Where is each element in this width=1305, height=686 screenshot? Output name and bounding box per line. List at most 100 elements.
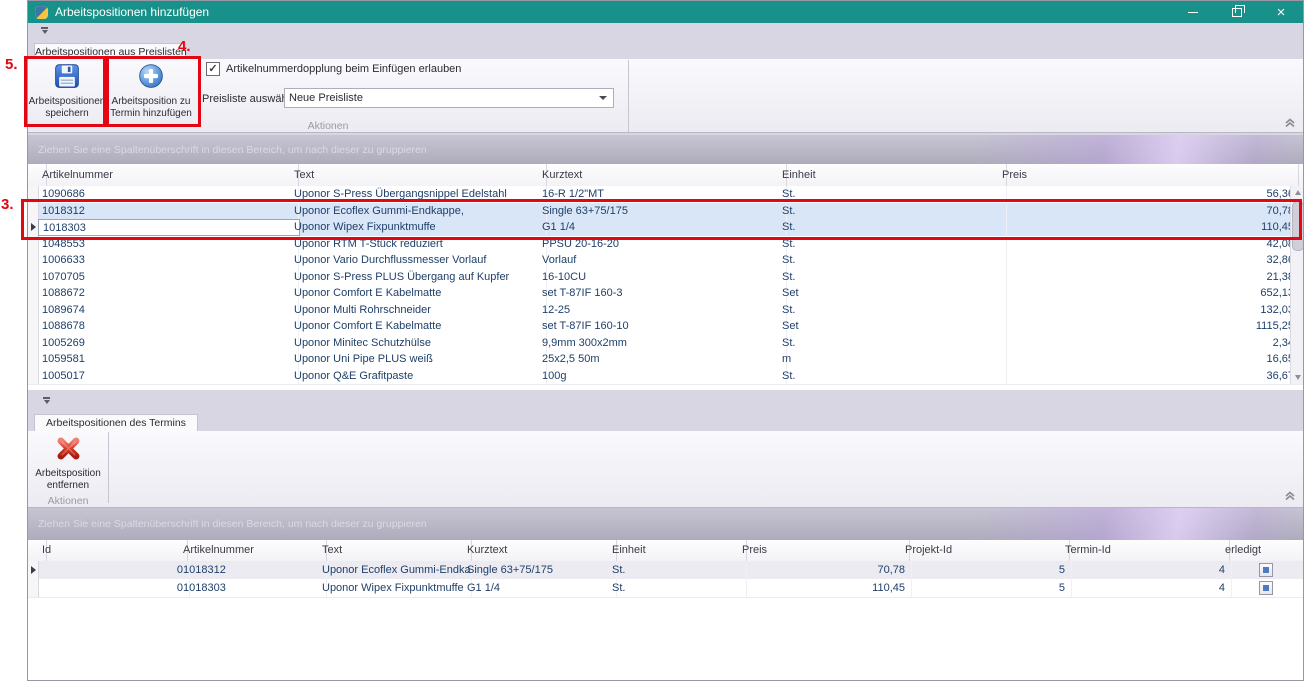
grid-cell-text[interactable]: Uponor Comfort E Kabelmatte (290, 318, 547, 335)
grid-cell-erledigt[interactable] (1221, 561, 1303, 579)
scrollbar-thumb[interactable] (1292, 201, 1303, 251)
grid-cell-artikelnummer[interactable]: 1059581 (38, 351, 299, 368)
column-header-projekt-id[interactable]: Projekt-Id (901, 540, 1070, 561)
minimize-button[interactable] (1171, 1, 1215, 23)
grid-cell-preis[interactable]: 16,65 (998, 351, 1301, 368)
column-header-id[interactable]: Id (38, 540, 188, 561)
grid-cell-preis[interactable]: 110,45 (998, 219, 1301, 236)
pricelist-combobox[interactable]: Neue Preisliste (284, 88, 614, 108)
grid-cell-artikelnummer[interactable]: 1070705 (38, 269, 299, 286)
table-row[interactable]: 1070705Uponor S-Press PLUS Übergang auf … (28, 269, 1303, 287)
grid-cell-artikelnummer[interactable]: 1018312 (38, 203, 299, 220)
column-header-artikelnummer[interactable]: Artikelnummer (179, 540, 327, 561)
table-row[interactable]: 1005269Uponor Minitec Schutzhülse9,9mm 3… (28, 335, 1303, 353)
tab-arbeitspositionen-aus-preislisten[interactable]: Arbeitspositionen aus Preislisten (34, 43, 186, 59)
grid-cell-einheit[interactable]: St. (778, 186, 1007, 203)
table-row[interactable]: 01018312Uponor Ecoflex Gummi-Endkap...Si… (28, 561, 1303, 580)
table-row[interactable]: 1088678Uponor Comfort E Kabelmatteset T-… (28, 318, 1303, 336)
grid-cell-preis[interactable]: 132,03 (998, 302, 1301, 319)
grid-cell-kurztext[interactable]: 25x2,5 50m (538, 351, 787, 368)
grid-cell-id[interactable]: 0 (38, 561, 190, 579)
column-header-preis[interactable]: Preis (738, 540, 910, 561)
column-header-text[interactable]: Text (290, 164, 547, 186)
duplicate-artikelnummer-checkbox[interactable]: ✓ Artikelnummerdopplung beim Einfügen er… (206, 62, 461, 76)
ribbon-quick-access-arrow-icon[interactable] (41, 27, 48, 34)
grid-cell-einheit[interactable]: m (778, 351, 1007, 368)
grid-cell-einheit[interactable]: St. (778, 236, 1007, 253)
grid-cell-preis[interactable]: 56,36 (998, 186, 1301, 203)
grid-cell-kurztext[interactable]: Vorlauf (538, 252, 787, 269)
collapse-ribbon-icon[interactable] (1284, 118, 1296, 128)
table-row[interactable]: 01018303Uponor Wipex FixpunktmuffeG1 1/4… (28, 579, 1303, 598)
grid-cell-kurztext[interactable]: 12-25 (538, 302, 787, 319)
table-row[interactable]: 1018303Uponor Wipex FixpunktmuffeG1 1/4S… (28, 219, 1303, 237)
erledigt-checkbox-icon[interactable] (1259, 581, 1273, 595)
grid-cell-artikelnummer[interactable]: 1018303 (179, 579, 327, 597)
table-row[interactable]: 1048553Uponor RTM T-Stück reduziertPPSU … (28, 236, 1303, 254)
grid-cell-artikelnummer[interactable]: 1018312 (179, 561, 327, 579)
grid-cell-text[interactable]: Uponor Wipex Fixpunktmuffe (318, 579, 472, 597)
grid-cell-einheit[interactable]: St. (778, 269, 1007, 286)
erledigt-checkbox-icon[interactable] (1259, 563, 1273, 577)
grid-cell-einheit[interactable]: St. (608, 561, 747, 579)
grid-cell-text[interactable]: Uponor Comfort E Kabelmatte (290, 285, 547, 302)
grid-cell-kurztext[interactable]: set T-87IF 160-10 (538, 318, 787, 335)
grid-cell-erledigt[interactable] (1221, 579, 1303, 597)
tab-arbeitspositionen-des-termins[interactable]: Arbeitspositionen des Termins (34, 414, 198, 431)
grid-cell-kurztext[interactable]: PPSU 20-16-20 (538, 236, 787, 253)
grid-cell-artikelnummer[interactable]: 1006633 (38, 252, 299, 269)
grid-cell-artikelnummer[interactable]: 1018303 (38, 219, 300, 236)
grid-cell-kurztext[interactable]: Single 63+75/175 (538, 203, 787, 220)
grid-cell-kurztext[interactable]: G1 1/4 (463, 579, 617, 597)
grid-cell-artikelnummer[interactable]: 1005017 (38, 368, 299, 385)
column-header-erledigt[interactable]: erledigt (1221, 540, 1303, 561)
grid-cell-text[interactable]: Uponor Vario Durchflussmesser Vorlauf (290, 252, 547, 269)
column-header-kurztext[interactable]: Kurztext (463, 540, 617, 561)
grid-cell-einheit[interactable]: St. (778, 302, 1007, 319)
column-header-text[interactable]: Text (318, 540, 472, 561)
grid-cell-id[interactable]: 0 (38, 579, 190, 597)
close-button[interactable]: × (1259, 1, 1303, 23)
grid-cell-text[interactable]: Uponor Ecoflex Gummi-Endkappe, (290, 203, 547, 220)
grid-cell-artikelnummer[interactable]: 1088678 (38, 318, 299, 335)
grid-cell-kurztext[interactable]: G1 1/4 (538, 219, 787, 236)
grid-cell-preis[interactable]: 652,13 (998, 285, 1301, 302)
table-row[interactable]: 1006633Uponor Vario Durchflussmesser Vor… (28, 252, 1303, 270)
grid-cell-artikelnummer[interactable]: 1088672 (38, 285, 299, 302)
grid-cell-artikelnummer[interactable]: 1090686 (38, 186, 299, 203)
grid-cell-preis[interactable]: 42,08 (998, 236, 1301, 253)
grid-cell-einheit[interactable]: St. (778, 368, 1007, 385)
grid-cell-text[interactable]: Uponor Wipex Fixpunktmuffe (290, 219, 547, 236)
grid-cell-termin-id[interactable]: 4 (1061, 561, 1232, 579)
table-row[interactable]: 1090686Uponor S-Press Übergangsnippel Ed… (28, 186, 1303, 204)
grid-cell-termin-id[interactable]: 4 (1061, 579, 1232, 597)
ribbon2-quick-access-arrow-icon[interactable] (43, 397, 50, 404)
scroll-up-icon[interactable] (1291, 186, 1303, 199)
grid-cell-text[interactable]: Uponor Q&E Grafitpaste (290, 368, 547, 385)
collapse-ribbon2-icon[interactable] (1284, 491, 1296, 501)
grid-cell-preis[interactable]: 110,45 (738, 579, 912, 597)
remove-workposition-button[interactable]: Arbeitspositionentfernen (31, 435, 105, 493)
grid-cell-artikelnummer[interactable]: 1089674 (38, 302, 299, 319)
grid-cell-kurztext[interactable]: Single 63+75/175 (463, 561, 617, 579)
grid-cell-einheit[interactable]: St. (608, 579, 747, 597)
grid-cell-preis[interactable]: 32,86 (998, 252, 1301, 269)
grid-cell-kurztext[interactable]: 16-10CU (538, 269, 787, 286)
grid-cell-preis[interactable]: 1115,25 (998, 318, 1301, 335)
grid-cell-preis[interactable]: 36,67 (998, 368, 1301, 385)
column-header-kurztext[interactable]: Kurztext (538, 164, 787, 186)
grid-cell-text[interactable]: Uponor Uni Pipe PLUS weiß (290, 351, 547, 368)
table-row[interactable]: 1088672Uponor Comfort E Kabelmatteset T-… (28, 285, 1303, 303)
grid-cell-artikelnummer[interactable]: 1048553 (38, 236, 299, 253)
grid-cell-einheit[interactable]: St. (778, 219, 1007, 236)
grid-cell-preis[interactable]: 2,34 (998, 335, 1301, 352)
grid-cell-preis[interactable]: 70,78 (998, 203, 1301, 220)
grid-cell-text[interactable]: Uponor S-Press PLUS Übergang auf Kupfer (290, 269, 547, 286)
grid-cell-einheit[interactable]: St. (778, 203, 1007, 220)
grid-cell-einheit[interactable]: St. (778, 252, 1007, 269)
grid-cell-einheit[interactable]: Set (778, 285, 1007, 302)
grid-cell-text[interactable]: Uponor Minitec Schutzhülse (290, 335, 547, 352)
table-row[interactable]: 1089674Uponor Multi Rohrschneider12-25St… (28, 302, 1303, 320)
scroll-down-icon[interactable] (1291, 371, 1303, 384)
grid-cell-kurztext[interactable]: set T-87IF 160-3 (538, 285, 787, 302)
